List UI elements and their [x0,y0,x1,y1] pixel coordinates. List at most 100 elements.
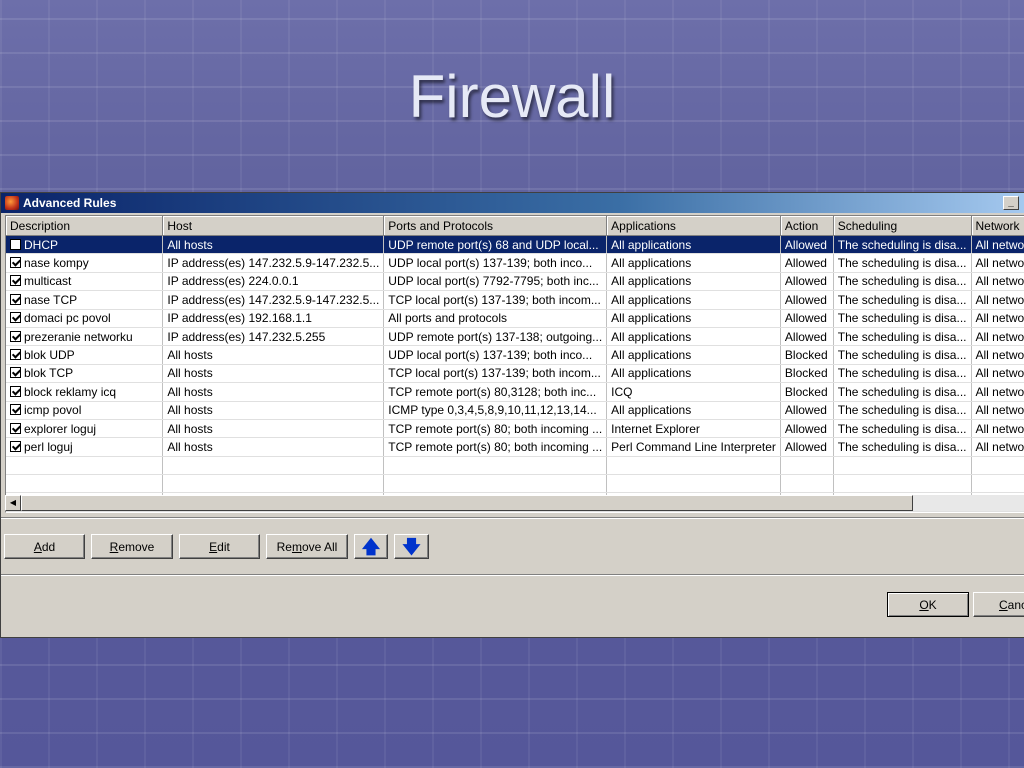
cell-network: All netwo [971,235,1024,255]
rule-enabled-checkbox[interactable] [10,275,21,287]
column-header-description[interactable]: Description [6,216,164,236]
table-row[interactable]: perl loguj All hosts TCP remote port(s) 80… [6,437,1024,457]
empty-cell [833,456,972,476]
table-row[interactable]: block reklamy icq All hosts TCP remote por… [6,382,1024,402]
cell-network: All netwo [971,401,1024,420]
cell-text: All netwo [975,256,1024,271]
move-down-button[interactable]: 🡇 [394,534,429,559]
ok-button[interactable]: OK [887,592,969,617]
cell-network: All netwo [971,327,1024,347]
rule-enabled-checkbox[interactable] [10,257,21,269]
cell-text: TCP remote port(s) 80,3128; both inc... [388,384,597,399]
empty-cell [780,456,834,476]
cell-host: IP address(es) 224.0.0.1 [162,272,385,292]
cell-action: Allowed [780,235,834,255]
cell-text: TCP remote port(s) 80; both incoming ... [388,439,603,454]
dialog-titlebar[interactable]: Advanced Rules _ [1,193,1024,213]
table-row[interactable]: icmp povol All hosts ICMP type 0,3,4,5,8,9… [6,401,1024,420]
cell-text: Blocked [784,384,828,399]
table-row[interactable]: multicast IP address(es) 224.0.0.1 UDP loc… [6,272,1024,292]
cell-text: All applications [611,348,692,363]
empty-cell [833,474,972,494]
minimize-button[interactable]: _ [1003,196,1019,210]
cell-text: IP address(es) 147.232.5.9-147.232.5... [167,292,380,307]
cell-scheduling: The scheduling is disa... [833,401,972,420]
cell-action: Allowed [780,401,834,420]
cell-text: The scheduling is disa... [837,421,967,436]
cell-text: All applications [611,237,692,252]
rule-enabled-checkbox[interactable] [10,293,21,305]
arrow-down-icon: 🡇 [402,537,421,557]
cell-text: All netwo [975,348,1024,363]
rule-enabled-checkbox[interactable] [10,330,21,342]
table-row[interactable]: blok TCP All hosts TCP local port(s) 137-1… [6,364,1024,384]
empty-cell [6,474,164,494]
rules-list[interactable]: Description Host Ports and Protocols Applic… [5,215,1024,513]
cell-applications: Perl Command Line Interpreter [606,437,781,457]
move-up-button[interactable]: 🡅 [354,534,388,559]
cell-host: IP address(es) 147.232.5.255 [162,327,385,347]
rule-enabled-checkbox[interactable] [10,422,21,434]
remove-button[interactable]: Remove [91,534,173,559]
cell-text: blok TCP [24,366,74,381]
rule-enabled-checkbox[interactable] [10,238,21,250]
column-header-ports[interactable]: Ports and Protocols [383,216,608,236]
table-row[interactable]: prezeranie networku IP address(es) 147.23… [6,327,1024,347]
cell-description: explorer loguj [6,419,164,439]
table-row[interactable]: DHCP All hosts UDP remote port(s) 68 and U… [6,235,1024,255]
cell-text: ICQ [611,384,633,399]
cell-text: IP address(es) 147.232.5.9-147.232.5... [167,256,380,271]
column-header-action[interactable]: Action [780,216,834,236]
table-row[interactable]: domaci pc povol IP address(es) 192.168.1.… [6,309,1024,328]
rule-enabled-checkbox[interactable] [10,312,21,324]
rule-enabled-checkbox[interactable] [10,404,21,416]
table-row[interactable]: nase kompy IP address(es) 147.232.5.9-147… [6,253,1024,273]
table-row[interactable]: nase TCP IP address(es) 147.232.5.9-147.2… [6,290,1024,310]
column-header-host[interactable]: Host [162,216,385,236]
rule-enabled-checkbox[interactable] [10,385,21,397]
empty-cell [162,456,385,476]
rule-enabled-checkbox[interactable] [10,440,21,452]
column-header-network[interactable]: Network [971,216,1024,236]
cell-text: All netwo [975,329,1024,344]
cell-applications: All applications [606,309,781,328]
cell-text: icmp povol [24,403,82,418]
cell-text: The scheduling is disa... [837,292,967,307]
edit-button[interactable]: Edit [179,534,260,559]
cell-description: multicast [6,272,164,292]
rules-body: DHCP All hosts UDP remote port(s) 68 and U… [6,235,1024,512]
rule-enabled-checkbox[interactable] [10,367,21,379]
cell-ports: TCP local port(s) 137-139; both incom... [383,364,608,384]
remove-all-button[interactable]: Remove All [266,534,348,559]
cancel-button[interactable]: Cancel [973,592,1024,617]
rule-enabled-checkbox[interactable] [10,349,21,361]
cell-applications: All applications [606,235,781,255]
cell-ports: UDP remote port(s) 137-138; outgoing... [383,327,608,347]
empty-cell [162,474,385,494]
cell-ports: TCP local port(s) 137-139; both incom... [383,290,608,310]
scroll-left-arrow-icon[interactable]: ◀ [5,495,21,511]
scrollbar-thumb[interactable] [21,495,913,511]
column-header-scheduling[interactable]: Scheduling [833,216,972,236]
add-button[interactable]: Add [4,534,85,559]
column-header-applications[interactable]: Applications [606,216,781,236]
cell-host: All hosts [162,235,385,255]
cell-applications: All applications [606,364,781,384]
cell-text: prezeranie networku [24,329,133,344]
cell-text: The scheduling is disa... [837,384,967,399]
cell-network: All netwo [971,437,1024,457]
horizontal-scrollbar[interactable]: ◀ [5,495,1024,511]
cell-description: nase kompy [6,253,164,273]
cell-action: Allowed [780,327,834,347]
cell-scheduling: The scheduling is disa... [833,290,972,310]
table-row[interactable]: explorer loguj All hosts TCP remote port(s… [6,419,1024,439]
cell-host: IP address(es) 147.232.5.9-147.232.5... [162,253,385,273]
cell-text: The scheduling is disa... [837,311,967,326]
cell-text: Allowed [784,403,827,418]
table-row[interactable]: blok UDP All hosts UDP local port(s) 137-1… [6,345,1024,365]
separator-bottom [1,574,1024,576]
cell-text: The scheduling is disa... [837,403,967,418]
separator-top [1,517,1024,519]
cell-description: DHCP [6,235,164,255]
cell-scheduling: The scheduling is disa... [833,437,972,457]
